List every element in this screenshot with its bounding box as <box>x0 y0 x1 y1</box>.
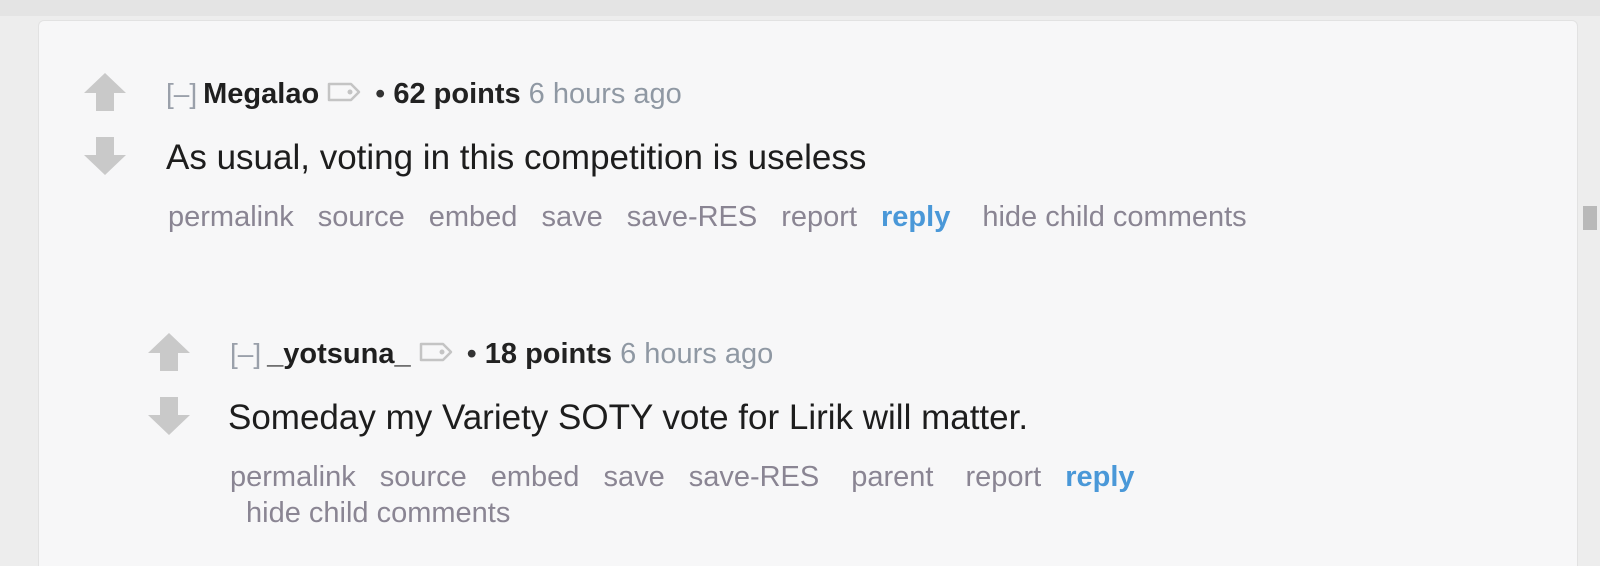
save-button[interactable]: save <box>541 201 602 233</box>
downvote-arrow-icon[interactable] <box>82 134 128 178</box>
timestamp[interactable]: 6 hours ago <box>529 78 682 110</box>
hide-child-comments-button[interactable]: hide child comments <box>246 497 510 529</box>
scrollbar-thumb[interactable] <box>1583 206 1597 230</box>
downvote-arrow-icon[interactable] <box>146 394 192 438</box>
comment-buttons: permalink source embed save save-RES parent re… <box>230 458 1159 532</box>
author-link[interactable]: _yotsuna_ <box>267 338 410 370</box>
page: [–] Megalao • 62 points 6 hours ago As usua… <box>0 0 1600 566</box>
source-button[interactable]: source <box>318 201 405 233</box>
comment-tagline: [–] Megalao • 62 points 6 hours ago <box>166 76 682 112</box>
user-tag-icon[interactable] <box>327 81 361 103</box>
comment-body: Someday my Variety SOTY vote for Lirik w… <box>228 398 1029 437</box>
reply-button[interactable]: reply <box>1065 461 1134 493</box>
embed-button[interactable]: embed <box>491 461 580 493</box>
reply-button[interactable]: reply <box>881 201 950 233</box>
author-link[interactable]: Megalao <box>203 78 319 110</box>
top-strip <box>0 0 1600 16</box>
embed-button[interactable]: embed <box>429 201 518 233</box>
report-button[interactable]: report <box>965 461 1041 493</box>
hide-child-comments-button[interactable]: hide child comments <box>982 201 1246 233</box>
comment-body: As usual, voting in this competition is … <box>166 138 867 177</box>
upvote-arrow-icon[interactable] <box>82 70 128 114</box>
collapse-toggle[interactable]: [–] <box>166 78 197 109</box>
user-tag-icon[interactable] <box>419 341 453 363</box>
collapse-toggle[interactable]: [–] <box>230 338 261 369</box>
bullet-separator: • <box>375 78 386 110</box>
comment-buttons: permalink source embed save save-RES report re… <box>168 198 1468 236</box>
save-res-button[interactable]: save-RES <box>689 461 820 493</box>
bullet-separator: • <box>466 338 477 370</box>
upvote-arrow-icon[interactable] <box>146 330 192 374</box>
buttons-row-1: permalink source embed save save-RES parent re… <box>230 458 1159 496</box>
timestamp[interactable]: 6 hours ago <box>620 338 773 370</box>
parent-button[interactable]: parent <box>851 461 933 493</box>
score: 18 points <box>484 338 613 370</box>
save-res-button[interactable]: save-RES <box>627 201 758 233</box>
buttons-row-2: hide child comments <box>230 494 1159 532</box>
comment-tagline: [–] _yotsuna_ • 18 points 6 hours ago <box>230 336 773 372</box>
permalink-button[interactable]: permalink <box>230 461 356 493</box>
report-button[interactable]: report <box>781 201 857 233</box>
source-button[interactable]: source <box>380 461 467 493</box>
score: 62 points <box>393 78 521 110</box>
save-button[interactable]: save <box>603 461 664 493</box>
permalink-button[interactable]: permalink <box>168 201 294 233</box>
